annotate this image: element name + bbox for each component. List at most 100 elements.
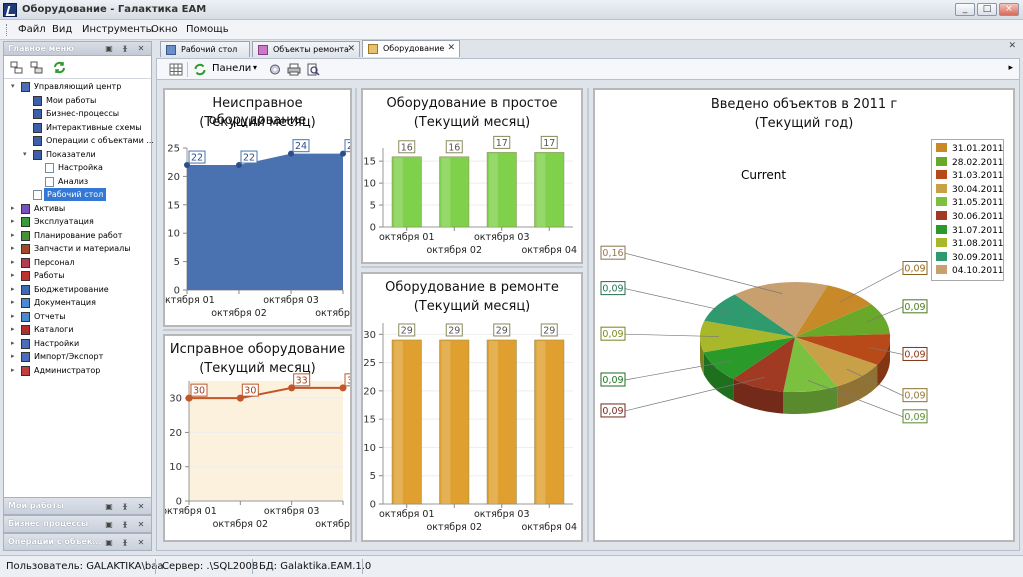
data-label: 17	[496, 138, 508, 149]
tree-item-label: Эксплуатация	[34, 217, 94, 226]
expand-all-icon[interactable]	[10, 61, 23, 74]
tree-item-label: Мои работы	[46, 95, 97, 105]
expand-arrow-icon[interactable]: ▸	[11, 310, 15, 323]
menu-help[interactable]: Помощь	[186, 24, 229, 35]
collapse-all-icon[interactable]	[30, 61, 43, 74]
expand-arrow-icon[interactable]: ▸	[11, 215, 15, 228]
expand-arrow-icon[interactable]: ▸	[11, 256, 15, 269]
panel-close-icon[interactable]: ✕	[136, 43, 146, 54]
refresh-icon[interactable]	[53, 61, 66, 74]
window-title: Оборудование - Галактика EAM	[22, 4, 207, 15]
pin-icon[interactable]: ᚕ	[120, 43, 130, 54]
expand-arrow-icon[interactable]: ▸	[11, 242, 15, 255]
expand-arrow-icon[interactable]: ▸	[11, 323, 15, 336]
refresh-panels-icon[interactable]	[193, 63, 207, 76]
chart-card-idle: Оборудование в простое (Текущий месяц) 0…	[361, 88, 583, 264]
document-icon	[45, 163, 54, 173]
expand-arrow-icon[interactable]: ▸	[11, 337, 15, 350]
maximize-button[interactable]: □	[977, 3, 997, 16]
bar-highlight	[441, 157, 451, 227]
panel-close-icon[interactable]: ✕	[136, 501, 146, 512]
expand-arrow-icon[interactable]: ▸	[11, 229, 15, 242]
collapse-arrow-icon[interactable]: ▾	[23, 148, 27, 161]
main-menu-panel: Главное меню ▣ ᚕ ✕ ▾ Управляющий центр Мои…	[3, 41, 154, 551]
expand-arrow-icon[interactable]: ▸	[11, 202, 15, 215]
panel-menu-icon[interactable]: ▣	[104, 501, 114, 512]
tree-item-label: Персонал	[34, 257, 75, 267]
pin-icon[interactable]: ᚕ	[120, 537, 130, 548]
dashboard-area: Неисправное оборудование (Текущий месяц)…	[156, 80, 1020, 551]
expand-arrow-icon[interactable]: ▸	[11, 283, 15, 296]
chevron-down-icon[interactable]: ▾	[253, 63, 257, 72]
tab-equipment[interactable]: Оборудование ✕	[362, 40, 460, 57]
panel-close-icon[interactable]: ✕	[136, 537, 146, 548]
vertical-splitter[interactable]	[587, 88, 589, 542]
data-label: 29	[543, 325, 555, 336]
main-menu-title: Главное меню	[8, 44, 74, 53]
grid-icon[interactable]	[169, 63, 183, 76]
horizontal-splitter[interactable]	[163, 329, 352, 331]
toolbar-separator	[187, 62, 188, 77]
panel-menu-icon[interactable]: ▣	[104, 519, 114, 530]
minimize-button[interactable]: _	[955, 3, 975, 16]
legend-label: 31.07.2011	[952, 225, 1004, 236]
tree-item-label: Показатели	[46, 149, 96, 159]
expand-arrow-icon[interactable]: ▸	[11, 269, 15, 282]
planning-icon	[21, 230, 30, 241]
panel-menu-icon[interactable]: ▣	[104, 43, 114, 54]
toolbar-overflow-icon[interactable]: ▸	[1008, 63, 1013, 73]
vertical-splitter[interactable]	[355, 88, 357, 542]
expand-arrow-icon[interactable]: ▸	[11, 364, 15, 377]
pie-label: 0,09	[904, 391, 925, 402]
docs-icon	[21, 298, 30, 308]
bottom-panel-object-operations[interactable]: Операции с объек... ▣ ᚕ ✕	[3, 533, 152, 551]
tab-desktop[interactable]: Рабочий стол	[160, 41, 250, 57]
panel-menu-icon[interactable]: ▣	[104, 537, 114, 548]
print-icon[interactable]	[287, 63, 301, 76]
menu-bar: Файл Вид Инструменты Окно Помощь	[0, 20, 1023, 40]
pin-icon[interactable]: ᚕ	[120, 519, 130, 530]
data-label: 33	[296, 375, 308, 386]
tree-item-label: Бюджетирование	[34, 284, 109, 294]
print-preview-icon[interactable]	[306, 63, 320, 76]
tree-item-label: Рабочий стол	[44, 188, 107, 201]
expand-arrow-icon[interactable]: ▸	[11, 350, 15, 363]
area-fill	[187, 153, 343, 290]
chart-card-repair: Оборудование в ремонте (Текущий месяц) 0…	[361, 272, 583, 542]
repair-icon	[258, 45, 268, 55]
menu-view[interactable]: Вид	[52, 24, 72, 35]
horizontal-splitter[interactable]	[361, 266, 583, 268]
legend-item: 31.03.2011	[936, 170, 1004, 182]
book-icon	[33, 136, 42, 146]
bottom-panel-my-works[interactable]: Мои работы ▣ ᚕ ✕	[3, 497, 152, 515]
menu-window[interactable]: Окно	[151, 24, 178, 35]
status-user: Пользователь: GALAKTIKA\baa	[6, 561, 164, 572]
tree-item-label: Интерактивные схемы	[46, 122, 142, 132]
tree-item-label: Операции с объектами ...	[46, 136, 154, 145]
status-separator	[155, 559, 156, 574]
tab-list-icon[interactable]: ✕	[1008, 41, 1016, 51]
legend-swatch	[936, 238, 947, 248]
pin-icon[interactable]: ᚕ	[120, 501, 130, 512]
y-tick-label: 0	[370, 500, 376, 511]
expand-arrow-icon[interactable]: ▸	[11, 296, 15, 309]
legend-label: 30.09.2011	[952, 252, 1004, 263]
settings-icon[interactable]	[268, 63, 282, 76]
menu-tools[interactable]: Инструменты	[82, 24, 154, 35]
tree-item-label: Анализ	[58, 176, 89, 186]
collapse-arrow-icon[interactable]: ▾	[11, 80, 15, 93]
data-label: 29	[496, 325, 508, 336]
tab-repair-objects[interactable]: Объекты ремонта ✕	[252, 41, 360, 57]
document-tabs: Рабочий стол Объекты ремонта ✕ Оборудова…	[156, 40, 1020, 57]
close-tab-icon[interactable]: ✕	[447, 41, 455, 56]
parts-icon	[21, 244, 30, 254]
bottom-panel-business-processes[interactable]: Бизнес-процессы ▣ ᚕ ✕	[3, 515, 152, 533]
close-button[interactable]: ×	[999, 3, 1019, 16]
pie-label: 0,09	[904, 349, 925, 360]
bar-highlight	[489, 340, 498, 504]
panels-button[interactable]: Панели	[212, 63, 251, 74]
y-tick-label: 15	[363, 415, 376, 426]
close-tab-icon[interactable]: ✕	[347, 42, 355, 57]
panel-close-icon[interactable]: ✕	[136, 519, 146, 530]
menu-file[interactable]: Файл	[18, 24, 46, 35]
